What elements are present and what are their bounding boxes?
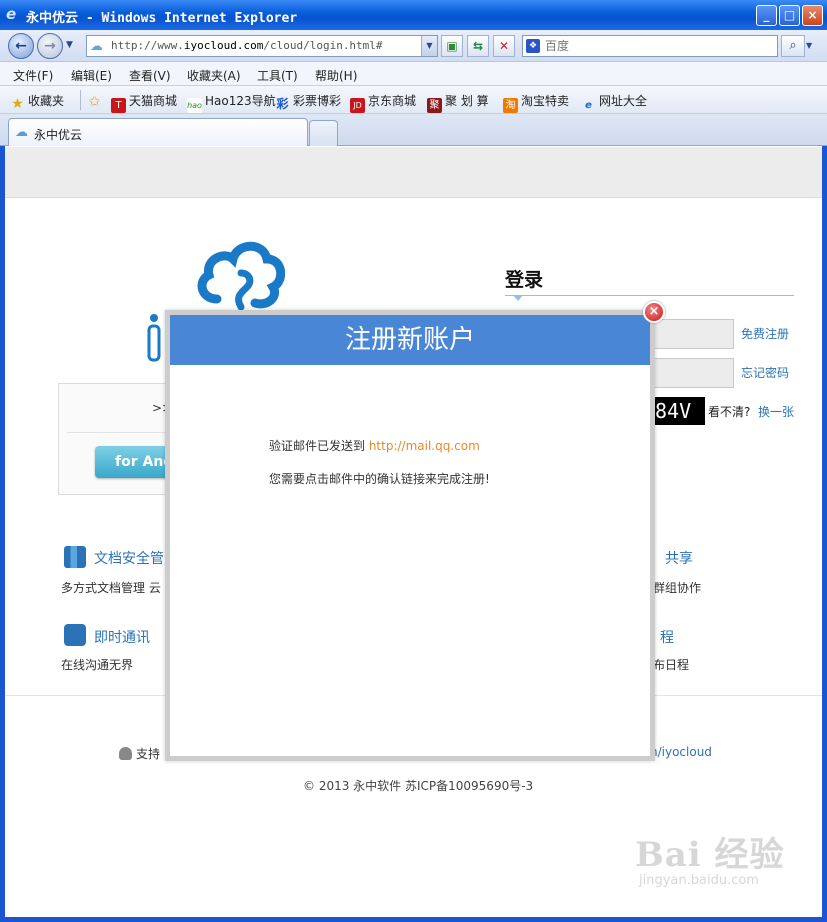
taobao-icon: 淘 [503,98,518,113]
forward-button[interactable]: → [37,33,63,59]
username-field[interactable] [645,319,734,349]
address-dropdown-icon[interactable]: ▼ [421,36,437,56]
captcha-image[interactable]: 84V [651,397,705,425]
search-icon[interactable]: ⌕ [781,35,805,57]
watermark-brand: Bai 经验 [635,835,785,875]
iyocloud-letter-i-icon [147,314,161,362]
close-window-button[interactable]: × [802,5,823,26]
register-modal: 注册新账户 验证邮件已发送到 http://mail.qq.com 您需要点击邮… [165,310,655,761]
juhuasuan-icon: 聚 [427,98,442,113]
fav-url-directory[interactable]: e 网址大全 [581,92,647,113]
menu-view[interactable]: 查看(V) [129,67,171,84]
feature-schedule-desc: 布日程 [653,658,690,672]
modal-title: 注册新账户 [170,315,650,365]
baidu-jingyan-watermark: Bai 经验 jingyan.baidu.com [635,827,795,907]
window-titlebar: e 永中优云 - Windows Internet Explorer _ □ × [0,0,827,30]
stop-icon[interactable]: ✕ [493,35,515,57]
copyright-text: © 2013 永中软件 苏ICP备10095690号-3 [303,779,534,793]
ie-logo-icon: e [6,5,17,23]
fav-taobao[interactable]: 淘淘宝特卖 [503,92,569,113]
feature-schedule-title: 程 [660,630,674,646]
add-favorite-star-icon: ✩ [88,94,101,110]
document-security-icon [64,546,86,568]
modal-instruction: 您需要点击邮件中的确认链接来完成注册! [269,472,490,486]
instant-messaging-icon [64,624,86,646]
favorites-center-button[interactable]: ★ 收藏夹 [10,92,64,112]
search-input[interactable] [545,38,771,54]
mail-link[interactable]: http://mail.qq.com [369,439,480,453]
site-favicon-icon: ☁ [90,39,103,54]
support-label: 支持 [119,745,160,762]
new-tab-button[interactable] [309,120,338,146]
back-button[interactable]: ← [8,33,34,59]
password-field[interactable] [645,358,734,388]
feature-share-title: 共享 [665,551,693,567]
tab-iyocloud[interactable]: ☁ 永中优云 [8,118,308,146]
feature-im-desc: 在线沟通无界 [61,658,134,672]
menu-tools[interactable]: 工具(T) [257,67,298,84]
login-divider [505,295,794,296]
add-favorite-button[interactable]: ✩ [87,92,105,110]
menu-favorites[interactable]: 收藏夹(A) [187,67,241,84]
login-title: 登录 [505,269,544,291]
menu-edit[interactable]: 编辑(E) [71,67,112,84]
search-box[interactable]: ❖ [522,35,778,57]
jd-icon: JD [350,98,365,113]
captcha-refresh-link[interactable]: 换一张 [758,403,794,420]
tab-label: 永中优云 [34,128,83,142]
iyocloud-cloud-logo-icon [197,241,285,311]
feature-document-desc: 多方式文档管理 云 [61,581,161,595]
minimize-button[interactable]: _ [756,5,777,26]
feature-im-title: 即时通讯 [94,630,150,646]
tmall-icon: T [111,98,126,113]
refresh-icon[interactable]: ⇆ [467,35,489,57]
fav-lottery[interactable]: 彩彩票博彩 [275,92,341,112]
watermark-url: jingyan.baidu.com [639,873,759,888]
star-icon: ★ [11,96,24,112]
register-link[interactable]: 免费注册 [741,325,789,342]
login-divider-pointer [513,295,523,301]
fav-jd[interactable]: JD 京东商城 [350,92,416,113]
favorites-separator [80,90,81,110]
recent-pages-dropdown[interactable]: ▼ [66,40,73,50]
favorites-bar: ★ 收藏夹 ✩ T 天猫商城 hao Hao123导航 彩彩票博彩 JD 京东商城 聚聚… [0,86,827,114]
page-header-bar [5,147,822,198]
feature-share-desc: 群组协作 [653,581,702,595]
captcha-hint: 看不清? [708,405,751,419]
maximize-button[interactable]: □ [779,5,800,26]
menu-file[interactable]: 文件(F) [13,67,53,84]
modal-close-button[interactable]: × [643,301,665,323]
feature-document-title: 文档安全管 [94,551,164,567]
weibo-link[interactable]: n/iyocloud [650,745,712,759]
tab-row: ☁ 永中优云 [0,114,827,146]
page-viewport: 登录 免费注册 忘记密码 84V 看不清? 换一张 >> for And 文档安… [5,147,822,917]
hao123-icon: hao [187,98,202,113]
window-title: 永中优云 - Windows Internet Explorer [26,11,298,26]
address-field[interactable]: ☁ http://www.iyocloud.com/cloud/login.ht… [86,35,438,57]
address-toolbar: ← → ▼ ☁ http://www.iyocloud.com/cloud/lo… [0,30,827,62]
address-url: http://www.iyocloud.com/cloud/login.html… [111,39,383,52]
fav-tmall[interactable]: T 天猫商城 [111,92,177,113]
lottery-icon: 彩 [276,97,289,111]
forgot-password-link[interactable]: 忘记密码 [741,364,789,381]
user-icon [119,747,132,760]
baidu-paw-icon: ❖ [526,39,540,53]
ie-e-icon: e [585,100,592,111]
tab-cloud-icon: ☁ [15,125,28,140]
modal-sent-message: 验证邮件已发送到 http://mail.qq.com [269,439,480,453]
compatibility-view-icon[interactable]: ▣ [441,35,463,57]
fav-hao123[interactable]: hao Hao123导航 [187,92,276,113]
search-options-dropdown-icon[interactable]: ▼ [806,35,818,57]
menu-bar: 文件(F) 编辑(E) 查看(V) 收藏夹(A) 工具(T) 帮助(H) [0,62,827,86]
menu-help[interactable]: 帮助(H) [315,67,357,84]
fav-juhuasuan[interactable]: 聚聚 划 算 [427,92,489,113]
